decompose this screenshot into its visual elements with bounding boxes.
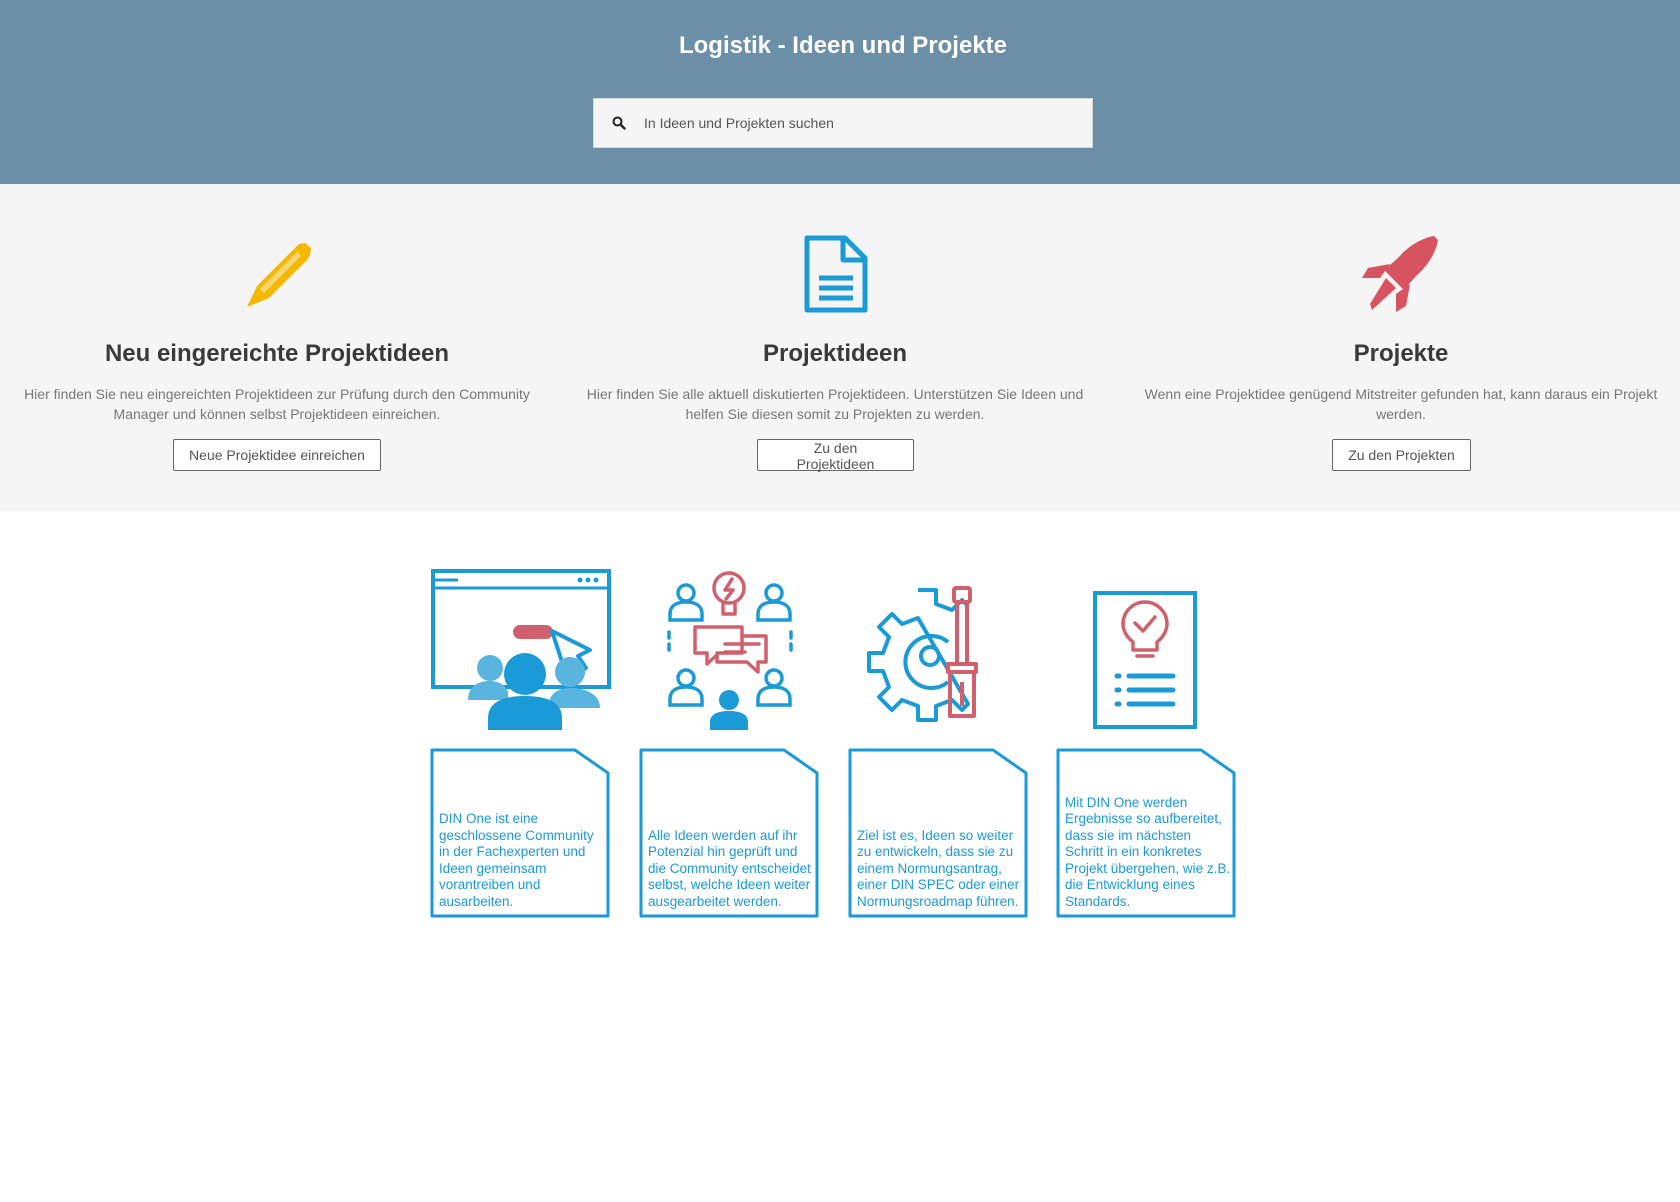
gear-screwdriver-icon: [860, 586, 990, 735]
column-description: Hier finden Sie alle aktuell diskutierte…: [586, 386, 1084, 422]
page-header: Logistik - Ideen und Projekte: [0, 0, 1680, 184]
submit-idea-button[interactable]: Neue Projektidee einreichen: [173, 439, 381, 471]
feature-section: Neu eingereichte Projektideen Hier finde…: [0, 184, 1680, 511]
pencil-icon: [237, 234, 317, 314]
goto-ideas-button[interactable]: Zu den Projektideen: [757, 439, 914, 472]
column-title: Projektideen: [762, 340, 908, 367]
column-description: Hier finden Sie neu eingereichten Projek…: [24, 386, 530, 422]
goto-projects-button[interactable]: Zu den Projekten: [1332, 439, 1471, 471]
search-icon[interactable]: [594, 99, 644, 147]
column-title: Neu eingereichte Projektideen: [104, 340, 450, 367]
step-text: Alle Ideen werden auf ihr Potenzial hin …: [648, 827, 811, 909]
step-note: Alle Ideen werden auf ihr Potenzial hin …: [639, 748, 819, 918]
column-title: Projekte: [1353, 340, 1449, 367]
step-text: Ziel ist es, Ideen so weiter zu entwicke…: [857, 827, 1020, 909]
step-note: Ziel ist es, Ideen so weiter zu entwicke…: [848, 748, 1028, 918]
search-box: [593, 98, 1093, 148]
document-icon: [795, 234, 875, 314]
idea-document-icon: [1092, 590, 1198, 735]
search-input[interactable]: [644, 100, 1074, 146]
step-note: DIN One ist eine geschlossene Community …: [430, 748, 610, 918]
step-note: Mit DIN One werden Ergebnisse so aufbere…: [1056, 748, 1236, 918]
page-title: Logistik - Ideen und Projekte: [678, 32, 1008, 59]
step-text: DIN One ist eine geschlossene Community …: [439, 811, 594, 909]
rocket-icon: [1360, 234, 1440, 314]
collaboration-ideas-icon: [665, 568, 795, 735]
column-description: Wenn eine Projektidee genügend Mitstreit…: [1144, 386, 1658, 422]
community-presentation-icon: [430, 568, 612, 735]
step-text: Mit DIN One werden Ergebnisse so aufbere…: [1065, 794, 1231, 909]
